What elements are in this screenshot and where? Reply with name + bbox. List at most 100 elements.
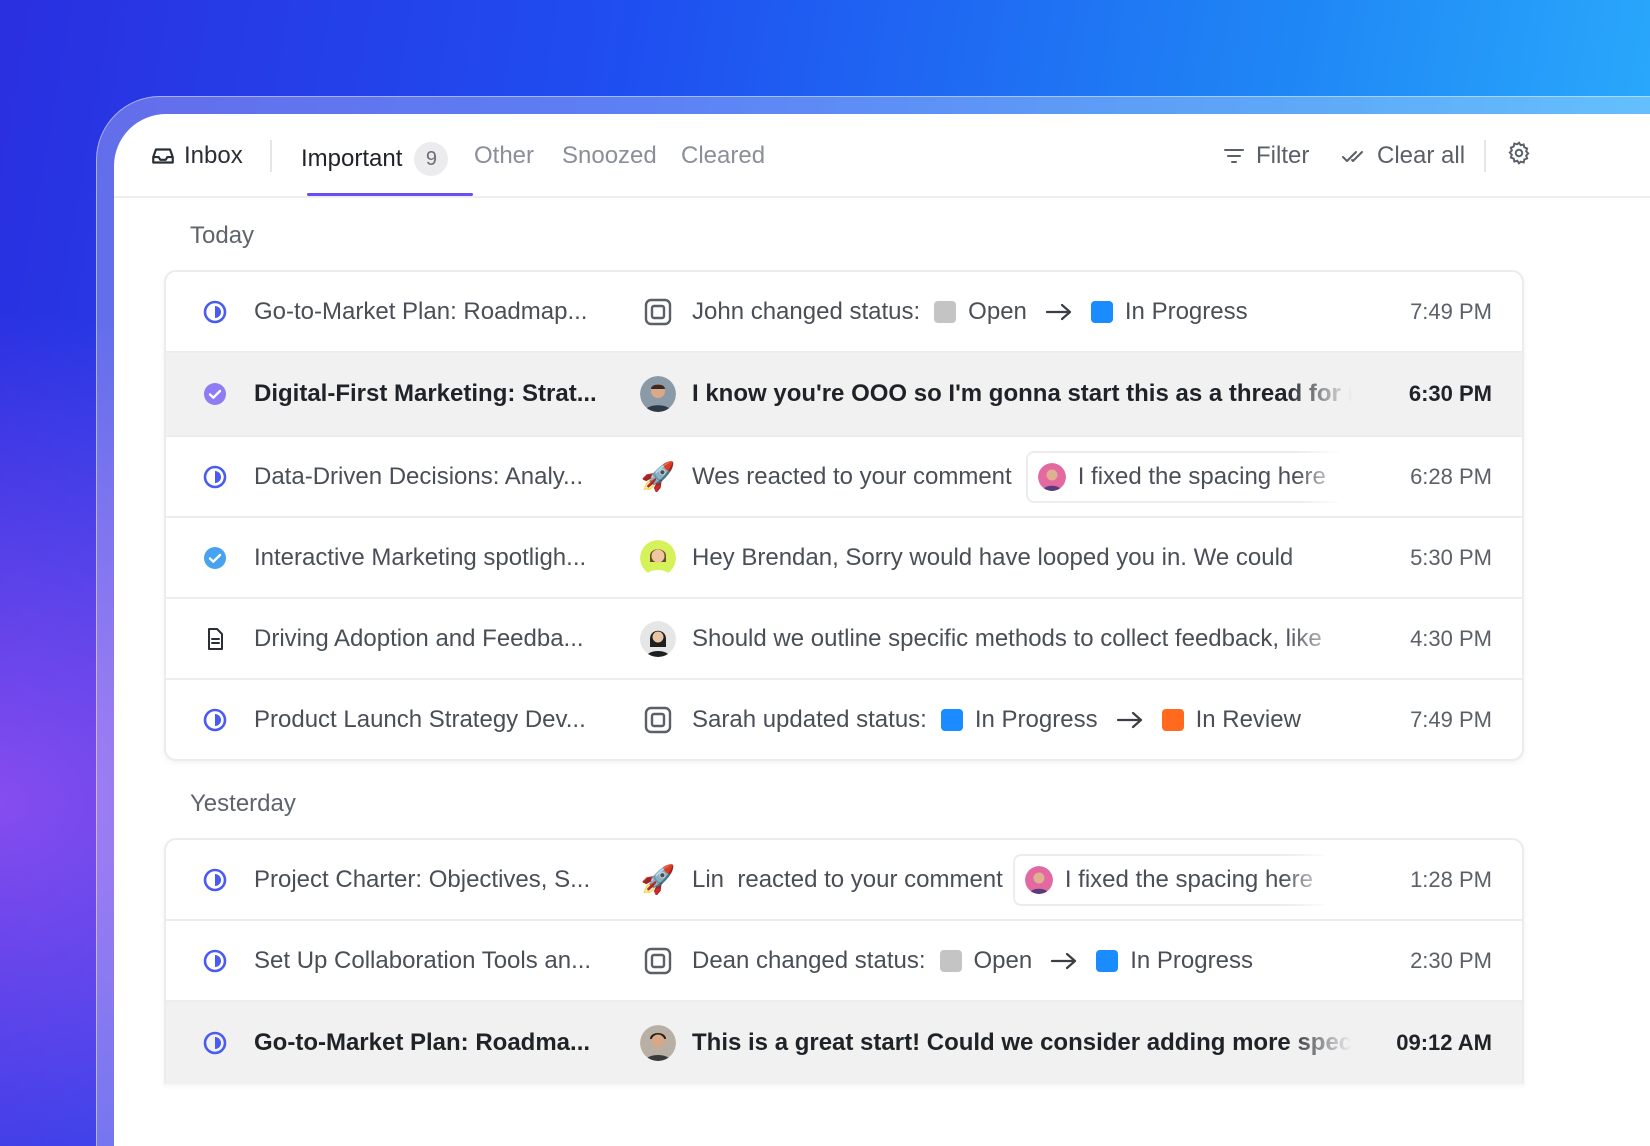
tab-snoozed-label: Snoozed xyxy=(562,142,657,169)
today-list: Go-to-Market Plan: Roadmap... John chang… xyxy=(164,270,1524,761)
status-color-swatch xyxy=(939,949,962,972)
list-item[interactable]: Product Launch Strategy Dev... Sarah upd… xyxy=(166,680,1522,759)
user-avatar xyxy=(640,376,676,412)
tab-snoozed[interactable]: Snoozed xyxy=(562,142,657,170)
list-item[interactable]: Go-to-Market Plan: Roadma... This is a g… xyxy=(166,1002,1522,1084)
rocket-icon: 🚀 xyxy=(640,863,676,895)
complete-status-icon xyxy=(204,383,226,405)
timestamp: 6:30 PM xyxy=(1408,381,1492,406)
status-change-icon xyxy=(644,298,672,325)
list-item[interactable]: Set Up Collaboration Tools an... Dean ch… xyxy=(166,921,1522,1002)
tab-inbox[interactable]: Inbox xyxy=(150,142,243,170)
comment-preview-chip[interactable]: I fixed the spacing here xyxy=(1012,853,1331,906)
divider xyxy=(1484,140,1486,172)
settings-button[interactable] xyxy=(1506,140,1542,166)
tab-bar: Inbox Important 9 Other Snoozed Cleared … xyxy=(114,114,1650,198)
in-progress-status-icon xyxy=(203,465,227,488)
yesterday-list: Project Charter: Objectives, S... 🚀 Lin … xyxy=(164,838,1524,1084)
inbox-panel: Inbox Important 9 Other Snoozed Cleared … xyxy=(114,114,1650,1146)
status-to: In Progress xyxy=(1124,297,1248,325)
document-icon xyxy=(208,627,223,650)
tab-inbox-label: Inbox xyxy=(184,142,243,169)
in-progress-status-icon xyxy=(203,868,227,891)
tab-other[interactable]: Other xyxy=(474,142,534,170)
notification-message: Lin reacted to your comment I fixed the … xyxy=(692,853,1331,906)
list-item[interactable]: Project Charter: Objectives, S... 🚀 Lin … xyxy=(166,840,1522,921)
status-change-text: Sarah updated status: xyxy=(692,705,927,733)
status-color-swatch xyxy=(1090,300,1113,323)
status-color-swatch xyxy=(1096,949,1119,972)
task-title: Set Up Collaboration Tools an... xyxy=(254,946,592,974)
in-progress-status-icon xyxy=(203,708,227,731)
notification-message: This is a great start! Could we consider… xyxy=(692,1029,1352,1056)
arrow-right-icon xyxy=(1116,710,1144,730)
status-from: In Progress xyxy=(974,705,1098,733)
task-title: Project Charter: Objectives, S... xyxy=(254,865,591,893)
list-item[interactable]: Go-to-Market Plan: Roadmap... John chang… xyxy=(166,272,1522,353)
status-color-swatch xyxy=(940,708,963,731)
timestamp: 6:28 PM xyxy=(1410,463,1492,489)
status-change-icon xyxy=(644,947,672,974)
task-title: Interactive Marketing spotligh... xyxy=(254,543,587,571)
notification-message: John changed status: Open In Progress xyxy=(692,298,1248,326)
user-avatar xyxy=(640,620,676,657)
timestamp: 09:12 AM xyxy=(1396,1030,1492,1055)
list-item[interactable]: Digital-First Marketing: Strat... I know… xyxy=(166,353,1522,437)
tab-cleared-label: Cleared xyxy=(681,142,766,169)
task-title: Driving Adoption and Feedba... xyxy=(254,624,584,652)
timestamp: 7:49 PM xyxy=(1410,706,1492,732)
tab-important-label: Important xyxy=(301,145,403,172)
list-item[interactable]: Data-Driven Decisions: Analy... 🚀 Wes re… xyxy=(166,437,1522,518)
comment-preview-text: I fixed the spacing here xyxy=(1064,865,1313,893)
comment-preview-chip[interactable]: I fixed the spacing here xyxy=(1025,450,1344,503)
tab-other-label: Other xyxy=(474,142,535,169)
inbox-icon xyxy=(150,143,176,169)
timestamp: 7:49 PM xyxy=(1410,298,1492,324)
filter-icon xyxy=(1224,149,1244,163)
section-yesterday-heading: Yesterday xyxy=(190,790,296,817)
clear-all-button[interactable]: Clear all xyxy=(1341,142,1465,170)
filter-button[interactable]: Filter xyxy=(1222,142,1309,170)
notification-message: Should we outline specific methods to co… xyxy=(692,624,1322,652)
arrow-right-icon xyxy=(1050,951,1078,971)
important-count-badge: 9 xyxy=(414,142,449,176)
status-change-text: Dean changed status: xyxy=(692,946,926,974)
list-item[interactable]: Interactive Marketing spotligh... Hey Br… xyxy=(166,518,1522,599)
notification-message: Hey Brendan, Sorry would have looped you… xyxy=(692,543,1294,571)
tab-important[interactable]: Important 9 xyxy=(301,142,449,176)
reaction-text: Lin reacted to your comment xyxy=(692,865,1003,893)
reaction-text: Wes reacted to your comment xyxy=(692,462,1012,490)
timestamp: 1:28 PM xyxy=(1410,866,1492,892)
task-title: Go-to-Market Plan: Roadma... xyxy=(254,1029,591,1056)
user-avatar xyxy=(1037,462,1066,491)
list-item[interactable]: Driving Adoption and Feedba... Should we… xyxy=(166,599,1522,680)
task-title: Go-to-Market Plan: Roadmap... xyxy=(254,297,588,325)
notification-message: Dean changed status: Open In Progress xyxy=(692,947,1253,975)
in-progress-status-icon xyxy=(203,300,227,323)
in-progress-status-icon xyxy=(203,1031,227,1055)
status-to: In Review xyxy=(1195,705,1301,733)
app-background: Inbox Important 9 Other Snoozed Cleared … xyxy=(0,0,1650,1146)
double-check-icon xyxy=(1342,151,1363,162)
user-avatar xyxy=(640,1025,676,1061)
status-color-swatch xyxy=(934,300,957,323)
task-title: Product Launch Strategy Dev... xyxy=(254,705,586,733)
timestamp: 4:30 PM xyxy=(1410,625,1492,651)
status-change-text: John changed status: xyxy=(692,297,921,325)
complete-status-icon xyxy=(204,546,226,569)
notification-message: Sarah updated status: In Progress In Rev… xyxy=(692,706,1301,734)
status-change-icon xyxy=(644,706,672,733)
tab-cleared[interactable]: Cleared xyxy=(681,142,765,170)
task-title: Digital-First Marketing: Strat... xyxy=(254,380,597,407)
in-progress-status-icon xyxy=(203,949,227,972)
divider xyxy=(270,140,272,172)
timestamp: 2:30 PM xyxy=(1410,947,1492,973)
timestamp: 5:30 PM xyxy=(1410,544,1492,570)
user-avatar xyxy=(1024,865,1053,894)
section-today-heading: Today xyxy=(190,222,255,249)
status-from: Open xyxy=(973,946,1033,974)
clear-all-label: Clear all xyxy=(1377,142,1466,169)
comment-preview-text: I fixed the spacing here xyxy=(1077,462,1326,490)
filter-label: Filter xyxy=(1256,142,1310,169)
rocket-icon: 🚀 xyxy=(640,460,676,492)
